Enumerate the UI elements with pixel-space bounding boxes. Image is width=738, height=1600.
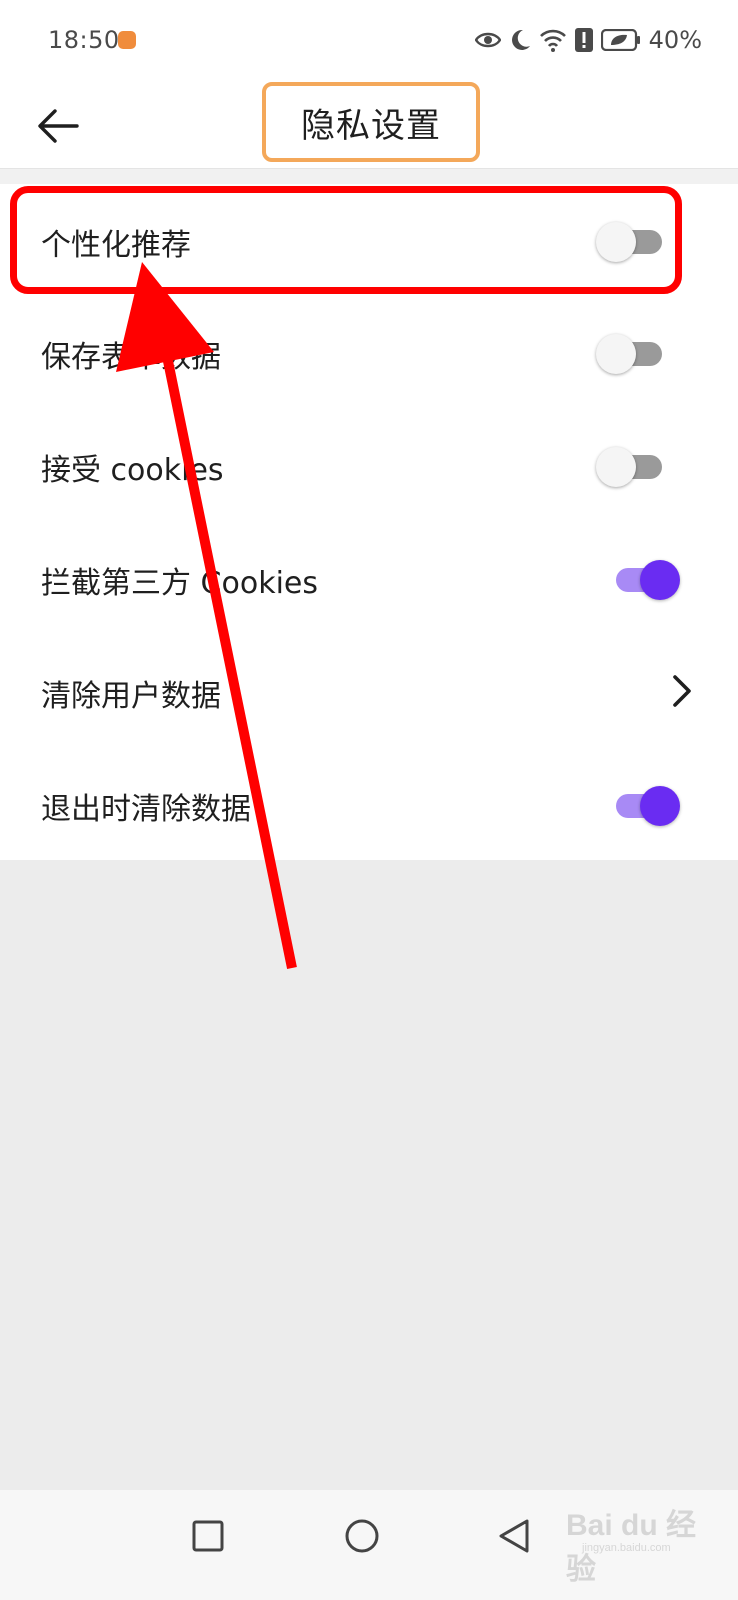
setting-label: 接受 cookies [41,453,224,488]
square-icon [192,1520,224,1552]
status-time: 18:50 [48,26,120,54]
status-bar: 18:50 40% [0,0,738,84]
privacy-settings-list: 个性化推荐 保存表单数据 接受 cookies 拦截第三方 Cookies 清除… [0,184,738,860]
setting-row-clear-user-data[interactable]: 清除用户数据 [0,635,738,747]
recent-apps-button[interactable] [178,1506,238,1566]
toggle-personalized-recommendation[interactable] [596,222,666,262]
alert-icon [574,28,593,52]
setting-label: 保存表单数据 [41,340,221,375]
page-title: 隐私设置 [301,105,441,146]
battery-icon [600,29,640,51]
setting-row-accept-cookies[interactable]: 接受 cookies [0,409,738,521]
setting-row-personalized-recommendation[interactable]: 个性化推荐 [0,184,738,296]
eye-icon [474,32,501,48]
moon-icon [511,29,530,50]
toggle-save-form-data[interactable] [596,334,666,374]
circle-icon [345,1519,379,1553]
toggle-thumb [640,560,680,600]
toggle-thumb [596,334,636,374]
setting-label: 个性化推荐 [41,228,191,263]
triangle-back-icon [499,1519,529,1553]
toggle-block-third-party-cookies[interactable] [612,560,680,600]
battery-percent: 40% [648,26,702,54]
system-nav-bar [0,1490,738,1600]
toggle-accept-cookies[interactable] [596,447,666,487]
back-button[interactable] [30,98,86,154]
setting-label: 退出时清除数据 [41,792,251,827]
wifi-icon [539,29,566,52]
status-icons: 40% [474,26,702,54]
toggle-thumb [640,786,680,826]
home-button[interactable] [332,1506,392,1566]
setting-label: 清除用户数据 [41,679,221,714]
toggle-thumb [596,447,636,487]
toggle-thumb [596,222,636,262]
setting-row-block-third-party-cookies[interactable]: 拦截第三方 Cookies [0,522,738,634]
section-divider [0,169,738,184]
title-highlight-box: 隐私设置 [262,82,480,162]
back-nav-button[interactable] [484,1506,544,1566]
toggle-clear-data-on-exit[interactable] [612,786,680,826]
setting-row-clear-data-on-exit[interactable]: 退出时清除数据 [0,748,738,860]
setting-label: 拦截第三方 Cookies [41,566,318,601]
notification-app-icon [118,31,136,49]
app-bar: 隐私设置 [0,82,738,169]
setting-row-save-form-data[interactable]: 保存表单数据 [0,296,738,408]
arrow-left-icon [38,109,79,143]
chevron-right-icon [673,675,691,707]
